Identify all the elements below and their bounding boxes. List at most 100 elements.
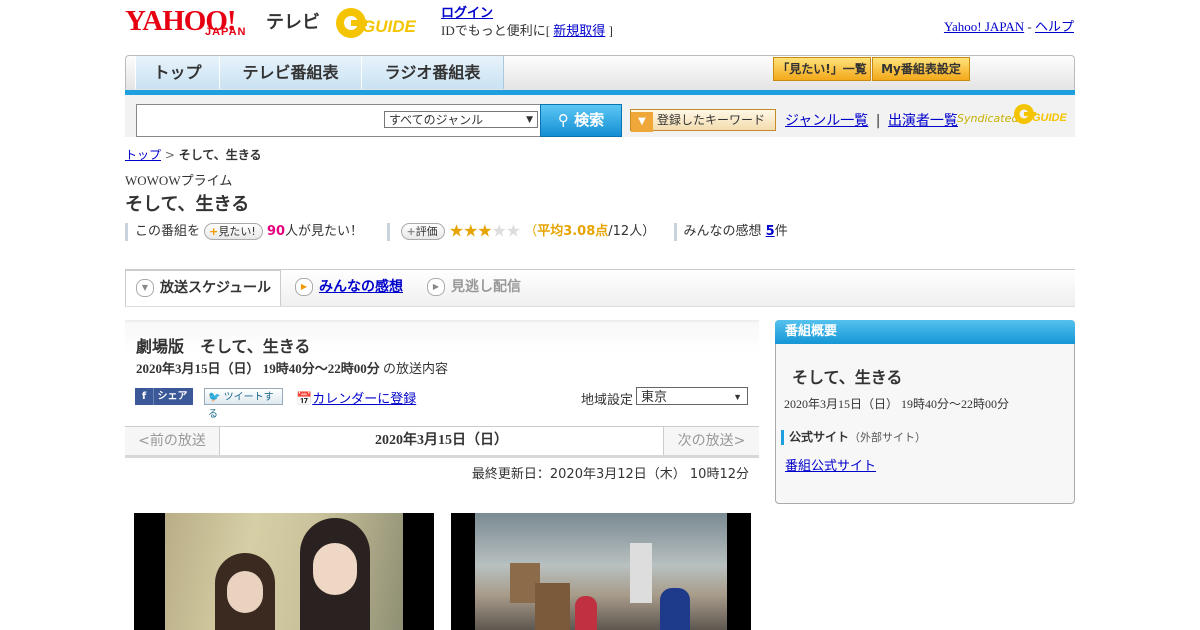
tab-schedule-label: 放送スケジュール xyxy=(160,280,272,296)
want-suffix: 人が見たい！ xyxy=(285,224,364,239)
tank-shape xyxy=(630,543,652,603)
tab-streaming-label: 見逃し配信 xyxy=(451,279,521,295)
program-stats: この番組を +見たい! 90人が見たい！ +評価 ★★★★★ （平均3.08点/… xyxy=(125,220,788,242)
nav-tab-tv-schedule[interactable]: テレビ番組表 xyxy=(219,56,362,89)
header-sep: - xyxy=(1024,19,1035,34)
tv-logo[interactable]: テレビ xyxy=(266,8,320,34)
japan-logo-text: JAPAN xyxy=(205,26,247,38)
avg-prefix: （ xyxy=(524,224,538,239)
calendar-register[interactable]: 📅カレンダーに登録 xyxy=(296,388,416,407)
official-site-link[interactable]: 番組公式サイト xyxy=(785,459,876,474)
search-button-label: 検索 xyxy=(574,111,605,129)
region-label: 地域設定 xyxy=(581,393,634,408)
reviews-count-link[interactable]: 5 xyxy=(766,224,775,239)
avg-suffix: /12人） xyxy=(608,224,656,239)
prev-broadcast-button[interactable]: <前の放送 xyxy=(125,427,220,455)
chevron-down-icon: ▼ xyxy=(526,115,533,125)
face-shape xyxy=(313,543,357,595)
official-site-sub: （外部サイト） xyxy=(849,431,927,444)
reviews-suffix: 件 xyxy=(774,224,788,239)
genre-list-link[interactable]: ジャンル一覧 xyxy=(785,113,868,129)
syndicated-label: Syndicated xyxy=(957,112,1019,125)
tab-streaming[interactable]: ▶ 見逃し配信 xyxy=(427,270,521,305)
broadcast-datetime: 2020年3月15日（日） 19時40分～22時00分 の放送内容 xyxy=(136,358,448,377)
twitter-icon: 🐦 xyxy=(208,392,221,403)
rate-button[interactable]: +評価 xyxy=(401,223,445,240)
chevron-down-icon: ▼ xyxy=(136,279,154,297)
gguide-logo[interactable]: GUIDE xyxy=(334,6,430,40)
search-icon: ⚲ xyxy=(557,111,575,129)
next-broadcast-button[interactable]: 次の放送> xyxy=(663,427,759,455)
tab-reviews[interactable]: ▶ みんなの感想 xyxy=(295,270,403,305)
last-updated: 最終更新日：2020年3月12日（木） 10時12分 xyxy=(471,467,749,482)
box-shape xyxy=(535,583,570,630)
id-promo: IDでもっと便利に[ 新規取得 ] xyxy=(441,20,613,39)
id-suffix: ] xyxy=(605,23,613,38)
keyword-button[interactable]: ▼ 登録したキーワード xyxy=(630,109,776,132)
yahoo-japan-link[interactable]: Yahoo! JAPAN xyxy=(944,19,1024,34)
person-silhouette xyxy=(575,596,597,630)
page-title: そして、生きる xyxy=(125,194,250,215)
region-select[interactable]: 東京 ▼ xyxy=(636,387,748,405)
scene-still-workshop xyxy=(475,513,727,630)
plus-icon: + xyxy=(406,225,416,238)
search-button[interactable]: ⚲ 検索 xyxy=(540,104,622,137)
calendar-link[interactable]: カレンダーに登録 xyxy=(312,392,416,407)
facebook-share-button[interactable]: f シェア xyxy=(135,388,193,405)
heading-bar xyxy=(781,430,784,445)
want-button-label: 見たい! xyxy=(218,225,256,238)
cast-list-link[interactable]: 出演者一覧 xyxy=(888,113,958,129)
nav-tab-radio-schedule[interactable]: ラジオ番組表 xyxy=(361,56,504,89)
facebook-share-label: シェア xyxy=(157,391,188,402)
signup-link[interactable]: 新規取得 xyxy=(553,23,605,38)
breadcrumb-current: そして、生きる xyxy=(178,148,262,162)
broadcast-datetime-suffix: の放送内容 xyxy=(379,361,449,376)
person-silhouette xyxy=(660,588,690,630)
gguide-small-logo-text: GUIDE xyxy=(1032,112,1068,124)
login-link[interactable]: ログイン xyxy=(441,6,493,21)
play-icon: ▶ xyxy=(427,278,445,296)
play-icon: ▶ xyxy=(295,278,313,296)
gguide-logo-text: GUIDE xyxy=(362,17,417,36)
stat-divider xyxy=(125,222,128,241)
breadcrumb-top[interactable]: トップ xyxy=(125,148,161,162)
chevron-down-icon: ▼ xyxy=(733,392,742,402)
channel-name: WOWOWプライム xyxy=(125,173,233,188)
nav-tab-top[interactable]: トップ xyxy=(135,56,220,89)
official-site-heading: 公式サイト（外部サイト） xyxy=(781,428,926,445)
gguide-small-logo: GUIDE xyxy=(1014,104,1068,124)
stat-divider xyxy=(387,222,391,241)
want-list-button[interactable]: 「見たい!」一覧 xyxy=(773,57,871,81)
stat-divider xyxy=(673,222,677,241)
help-link[interactable]: ヘルプ xyxy=(1035,19,1074,34)
genre-select[interactable]: すべてのジャンル ▼ xyxy=(384,111,538,128)
tab-reviews-label: みんなの感想 xyxy=(319,279,403,295)
breadcrumb: トップ > そして、生きる xyxy=(125,146,262,163)
tweet-button[interactable]: 🐦 ツイートする xyxy=(204,388,283,420)
broadcast-pager: <前の放送 2020年3月15日（日） 次の放送> xyxy=(125,426,759,458)
scene-still-couple xyxy=(165,513,403,630)
program-tabs: ▼ 放送スケジュール ▶ みんなの感想 ▶ 見逃し配信 xyxy=(125,269,1075,307)
broadcast-title: 劇場版 そして、生きる xyxy=(136,337,311,356)
header-links: Yahoo! JAPAN - ヘルプ xyxy=(944,16,1074,35)
breadcrumb-sep: > xyxy=(161,148,179,162)
my-schedule-button[interactable]: My番組表設定 xyxy=(872,57,970,81)
official-site-area: 番組公式サイト xyxy=(785,455,876,474)
broadcast-datetime-value: 2020年3月15日（日） 19時40分～22時00分 xyxy=(136,361,380,376)
overview-panel xyxy=(775,320,1075,504)
overview-datetime: 2020年3月15日（日） 19時40分～22時00分 xyxy=(784,397,1010,411)
face-shape xyxy=(227,571,263,613)
program-image[interactable] xyxy=(451,513,751,630)
program-image[interactable] xyxy=(134,513,434,630)
main-nav: トップ テレビ番組表 ラジオ番組表 「見たい!」一覧 My番組表設定 xyxy=(125,55,1075,91)
rate-button-label: 評価 xyxy=(415,225,438,238)
keyword-button-label: 登録したキーワード xyxy=(657,113,766,127)
calendar-icon: 📅 xyxy=(296,392,313,407)
overview-title: そして、生きる xyxy=(792,368,903,387)
avg-rating: 平均3.08点 xyxy=(537,224,609,239)
want-button[interactable]: +見たい! xyxy=(204,223,263,240)
want-count: 90 xyxy=(266,224,286,239)
id-prefix: IDでもっと便利に[ xyxy=(441,23,554,38)
search-links: ジャンル一覧 | 出演者一覧 xyxy=(785,110,958,130)
tab-schedule[interactable]: ▼ 放送スケジュール xyxy=(125,270,281,306)
